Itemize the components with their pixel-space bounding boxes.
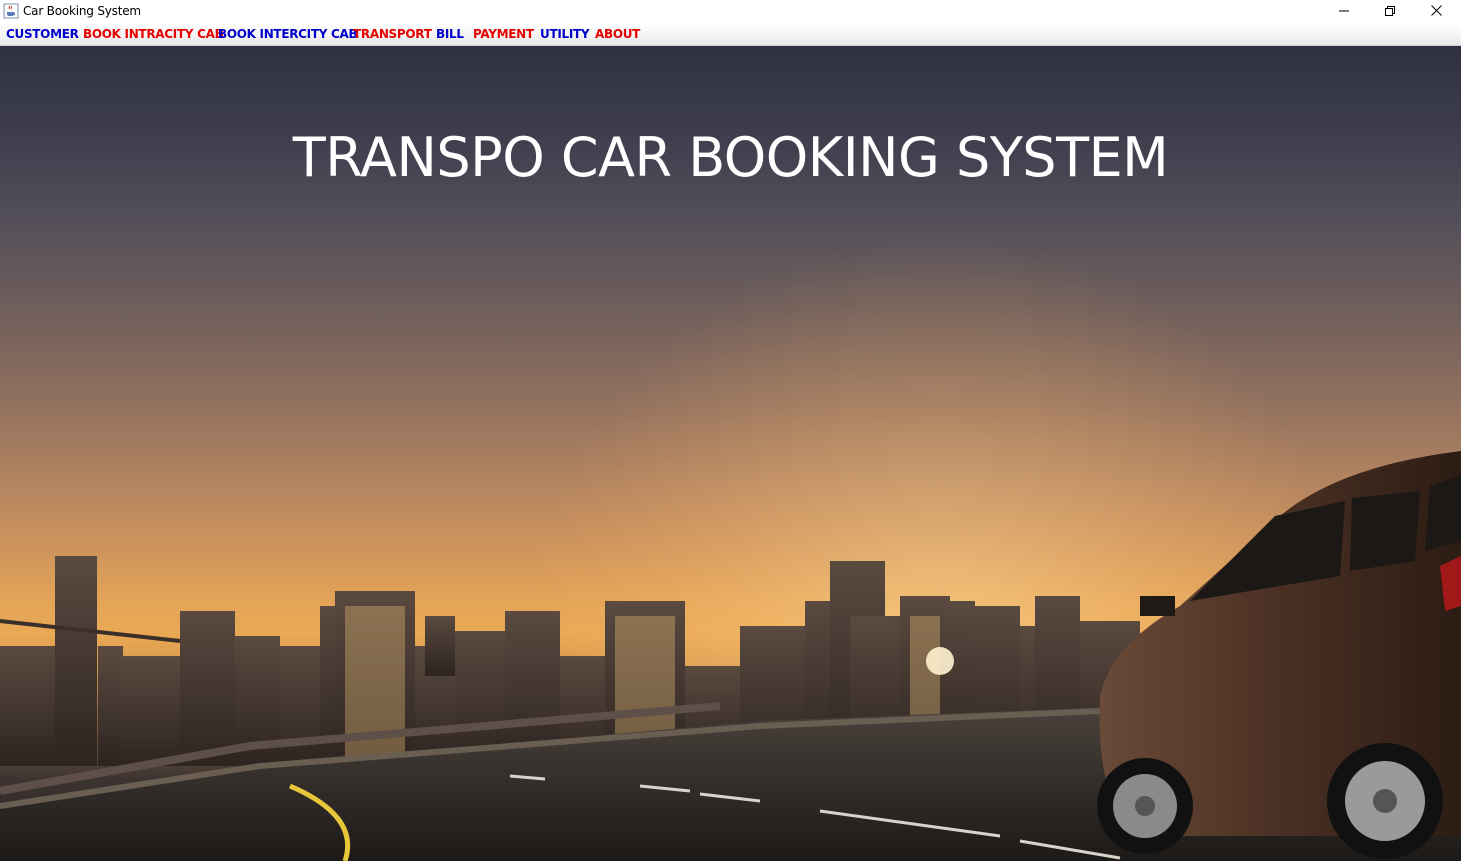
- minimize-icon: [1339, 3, 1349, 21]
- minimize-button[interactable]: [1321, 0, 1367, 23]
- close-icon: [1430, 3, 1442, 21]
- menu-utility[interactable]: UTILITY: [540, 27, 590, 41]
- window-title: Car Booking System: [23, 4, 141, 18]
- java-coffee-icon: [3, 3, 19, 19]
- hero-background: TRANSPO CAR BOOKING SYSTEM: [0, 46, 1461, 861]
- maximize-button[interactable]: [1367, 0, 1413, 23]
- menu-about[interactable]: ABOUT: [595, 27, 640, 41]
- menu-payment[interactable]: PAYMENT: [473, 27, 534, 41]
- menu-book-intracity-cab[interactable]: BOOK INTRACITY CAB: [83, 27, 224, 41]
- menu-customer[interactable]: CUSTOMER: [6, 27, 79, 41]
- app-title-heading: TRANSPO CAR BOOKING SYSTEM: [292, 126, 1169, 189]
- menu-book-intercity-cab[interactable]: BOOK INTERCITY CAB: [218, 27, 358, 41]
- menu-bill[interactable]: BILL: [436, 27, 464, 41]
- restore-icon: [1385, 3, 1395, 21]
- window-titlebar: Car Booking System: [0, 0, 1461, 23]
- menu-transport[interactable]: TRANSPORT: [353, 27, 432, 41]
- menu-bar: CUSTOMER BOOK INTRACITY CAB BOOK INTERCI…: [0, 23, 1461, 46]
- close-button[interactable]: [1413, 0, 1459, 23]
